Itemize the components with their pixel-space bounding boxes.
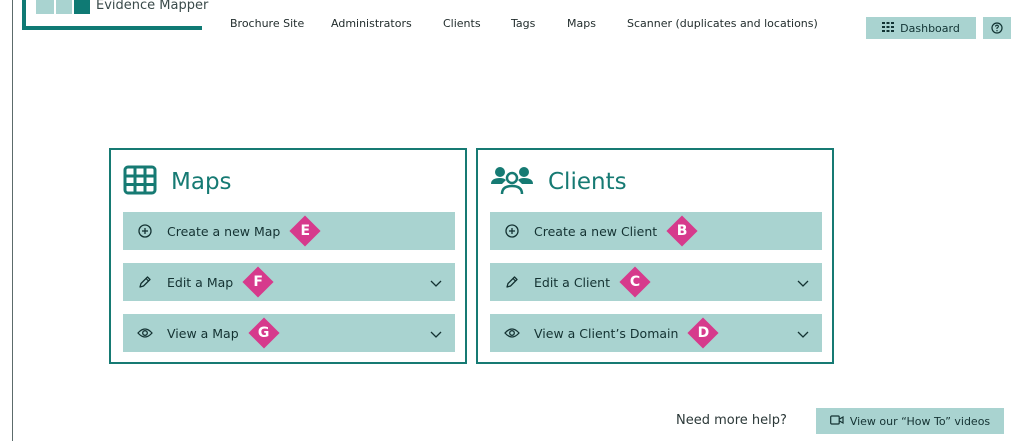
dashboard-button[interactable]: Dashboard (866, 17, 976, 39)
pencil-icon (137, 274, 153, 290)
maps-card: Maps Create a new Map E Edit a Map F Vie… (109, 148, 467, 364)
create-client-label: Create a new Client (534, 223, 658, 239)
users-group-icon (490, 165, 534, 199)
logo-square-3 (74, 0, 90, 14)
edit-map-dropdown[interactable]: Edit a Map F (123, 263, 455, 301)
clients-card-title: Clients (548, 169, 627, 195)
annotation-badge-g: G (248, 317, 280, 349)
plus-circle-icon (504, 223, 520, 239)
logo[interactable]: Evidence Mapper (22, 0, 208, 30)
create-map-button[interactable]: Create a new Map E (123, 212, 455, 250)
create-client-button[interactable]: Create a new Client B (490, 212, 822, 250)
pencil-icon (504, 274, 520, 290)
logo-text: Evidence Mapper (96, 0, 209, 13)
create-map-label: Create a new Map (167, 223, 281, 239)
nav-maps[interactable]: Maps (567, 17, 596, 30)
question-circle-icon (991, 19, 1003, 38)
edit-client-label: Edit a Client (534, 274, 611, 290)
chevron-down-icon (429, 326, 443, 340)
nav-brochure-site[interactable]: Brochure Site (230, 17, 304, 30)
maps-card-title: Maps (171, 169, 232, 195)
clients-card: Clients Create a new Client B Edit a Cli… (476, 148, 834, 364)
plus-circle-icon (137, 223, 153, 239)
view-map-label: View a Map (167, 325, 239, 341)
eye-icon (137, 325, 153, 341)
edit-map-label: Edit a Map (167, 274, 234, 290)
nav-clients[interactable]: Clients (443, 17, 481, 30)
chevron-down-icon (429, 275, 443, 289)
page-left-border (12, 0, 13, 441)
logo-square-2 (56, 0, 72, 14)
clients-card-header: Clients (490, 164, 627, 200)
video-camera-icon (829, 414, 844, 428)
view-map-dropdown[interactable]: View a Map G (123, 314, 455, 352)
help-button[interactable] (983, 17, 1011, 39)
nav-scanner[interactable]: Scanner (duplicates and locations) (627, 17, 818, 30)
nav-administrators[interactable]: Administrators (331, 17, 412, 30)
view-client-domain-label: View a Client’s Domain (534, 325, 679, 341)
maps-card-header: Maps (123, 164, 232, 200)
annotation-badge-d: D (687, 317, 719, 349)
dashboard-label: Dashboard (900, 21, 960, 35)
logo-square-1 (36, 0, 54, 14)
chevron-down-icon (796, 275, 810, 289)
annotation-badge-b: B (666, 215, 698, 247)
need-help-text: Need more help? (676, 413, 787, 428)
chevron-down-icon (796, 326, 810, 340)
annotation-badge-f: F (242, 266, 274, 298)
nav-tags[interactable]: Tags (511, 17, 535, 30)
grid-dots-icon (882, 21, 895, 35)
edit-client-dropdown[interactable]: Edit a Client C (490, 263, 822, 301)
how-to-videos-button[interactable]: View our “How To” videos (816, 408, 1004, 434)
how-to-videos-label: View our “How To” videos (849, 414, 991, 428)
annotation-badge-e: E (289, 215, 321, 247)
table-grid-icon (123, 165, 157, 199)
annotation-badge-c: C (619, 266, 651, 298)
eye-icon (504, 325, 520, 341)
view-client-domain-dropdown[interactable]: View a Client’s Domain D (490, 314, 822, 352)
